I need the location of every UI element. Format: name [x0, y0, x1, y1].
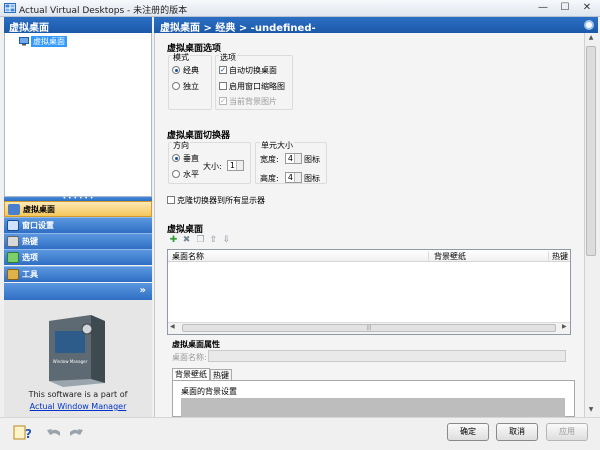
vertical-scroll-thumb[interactable]: [586, 46, 596, 256]
promo-link[interactable]: Actual Window Manager: [4, 402, 152, 411]
delete-icon[interactable]: ✖: [182, 236, 191, 245]
horizontal-label[interactable]: 水平: [183, 169, 199, 180]
wallpaper-settings-label: 桌面的背景设置: [181, 387, 237, 396]
nav-item-label: 窗口设置: [22, 221, 54, 230]
clone-switcher-label[interactable]: 克隆切换器到所有显示器: [177, 195, 265, 206]
cancel-button[interactable]: 取消: [496, 423, 538, 441]
product-box-image: Window Manager: [49, 315, 105, 387]
nav-item-label: 虚拟桌面: [23, 205, 55, 214]
width-label: 宽度:: [260, 155, 279, 164]
options-icon: [7, 252, 19, 263]
nav-item-virtual-desktop[interactable]: 虚拟桌面: [4, 201, 152, 217]
app-icon: [4, 3, 16, 13]
mode-classic-radio[interactable]: [172, 66, 180, 74]
product-box-title: Window Manager: [53, 359, 88, 364]
desktop-name-input[interactable]: [208, 350, 566, 362]
minimize-button[interactable]: —: [532, 1, 554, 15]
horizontal-scroll-thumb[interactable]: |||: [182, 324, 556, 332]
redo-icon[interactable]: [68, 426, 84, 438]
maximize-button[interactable]: ☐: [554, 1, 576, 15]
vertical-label[interactable]: 垂直: [183, 153, 199, 164]
nav-item-tools[interactable]: 工具: [4, 266, 152, 282]
mode-group-label: 模式: [172, 52, 190, 63]
scroll-up-icon[interactable]: ▲: [585, 34, 597, 44]
column-header-name[interactable]: 桌面名称: [172, 251, 204, 262]
mode-classic-label[interactable]: 经典: [183, 65, 199, 76]
column-divider[interactable]: [548, 251, 549, 261]
promo-text: This software is a part of: [28, 390, 128, 399]
desktop-name-label: 桌面名称:: [172, 353, 207, 362]
wallpaper-preview: [181, 398, 565, 417]
window-title: Actual Virtual Desktops - 未注册的版本: [19, 6, 188, 16]
mode-independent-radio[interactable]: [172, 82, 180, 90]
mode-independent-label[interactable]: 独立: [183, 81, 199, 92]
desktop-icon: [8, 204, 20, 215]
ok-button[interactable]: 确定: [447, 423, 489, 441]
tree-item-label: 虚拟桌面: [31, 36, 67, 47]
window-icon: [7, 220, 19, 231]
help-register-icon[interactable]: ?: [13, 424, 31, 441]
desktop-tree-icon: [19, 37, 29, 46]
options-group-label: 选项: [219, 52, 237, 63]
tools-icon: [7, 269, 19, 280]
nav-more-button[interactable]: »: [4, 283, 152, 300]
keyboard-icon: [7, 236, 19, 247]
nav-item-hotkeys[interactable]: 热键: [4, 233, 152, 249]
nav-item-options[interactable]: 选项: [4, 249, 152, 265]
properties-title: 虚拟桌面属性: [172, 340, 220, 349]
auto-switch-checkbox[interactable]: ✓: [219, 66, 227, 74]
cell-size-group-label: 单元大小: [260, 140, 294, 151]
height-unit: 图标: [304, 174, 320, 183]
section-title-desktops: 虚拟桌面: [167, 225, 204, 235]
add-icon[interactable]: ✚: [169, 236, 178, 245]
help-icon[interactable]: [584, 20, 594, 30]
nav-item-label: 选项: [22, 253, 38, 262]
clone-switcher-checkbox[interactable]: [167, 196, 175, 204]
column-divider[interactable]: [428, 251, 429, 261]
current-wallpaper-checkbox[interactable]: ✓: [219, 97, 227, 105]
svg-text:?: ?: [25, 427, 31, 441]
desktop-list-header: [168, 250, 570, 262]
width-unit: 图标: [304, 155, 320, 164]
size-spinner[interactable]: 1: [227, 160, 244, 171]
thumbnails-checkbox[interactable]: [219, 82, 227, 90]
copy-icon[interactable]: ❐: [196, 236, 205, 245]
horizontal-radio[interactable]: [172, 170, 180, 178]
column-header-hotkey[interactable]: 热键: [552, 251, 568, 262]
apply-button[interactable]: 应用: [546, 423, 588, 441]
height-label: 高度:: [260, 174, 279, 183]
desktop-tree[interactable]: [4, 33, 152, 197]
move-up-icon[interactable]: ⇧: [209, 236, 218, 245]
auto-switch-label[interactable]: 自动切换桌面: [229, 65, 277, 76]
nav-item-window-settings[interactable]: 窗口设置: [4, 217, 152, 233]
width-spinner[interactable]: 4: [285, 153, 302, 164]
left-panel-header: 虚拟桌面: [4, 17, 152, 34]
nav-item-label: 热键: [22, 237, 38, 246]
close-button[interactable]: ✕: [576, 1, 598, 15]
scroll-down-icon[interactable]: ▼: [585, 406, 597, 416]
height-spinner[interactable]: 4: [285, 172, 302, 183]
scroll-left-icon[interactable]: ◀: [170, 323, 175, 330]
scroll-right-icon[interactable]: ▶: [562, 323, 567, 330]
vertical-radio[interactable]: [172, 154, 180, 162]
undo-icon[interactable]: [46, 426, 62, 438]
column-header-wallpaper[interactable]: 背景壁纸: [434, 251, 466, 262]
move-down-icon[interactable]: ⇩: [222, 236, 231, 245]
breadcrumb: 虚拟桌面 > 经典 > -undefined-: [154, 17, 598, 34]
direction-group-label: 方向: [172, 140, 190, 151]
thumbnails-label[interactable]: 启用窗口缩略图: [229, 81, 285, 92]
current-wallpaper-label[interactable]: 当前背景图片: [229, 96, 277, 107]
size-label: 大小:: [203, 162, 222, 171]
nav-item-label: 工具: [22, 270, 38, 279]
